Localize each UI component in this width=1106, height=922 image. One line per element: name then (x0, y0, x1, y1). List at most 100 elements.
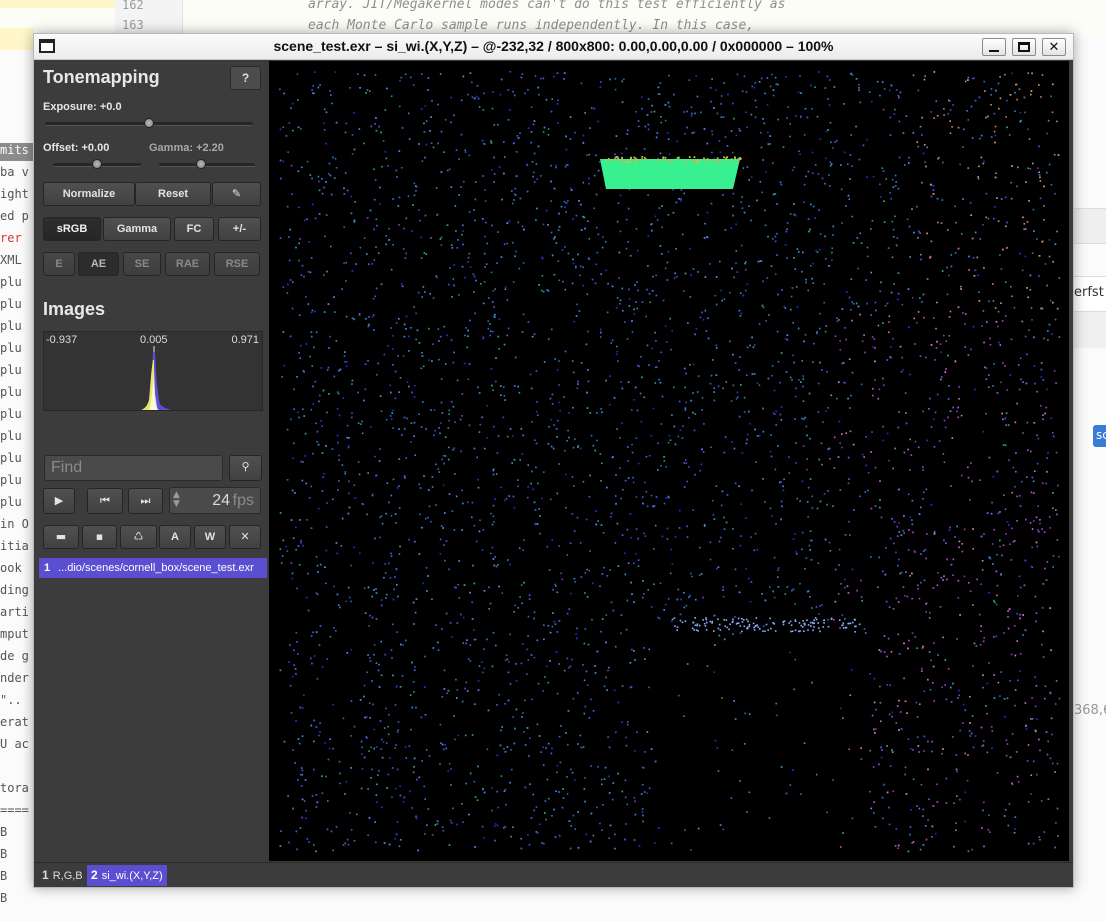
open-folder-icon: ▬ (55, 530, 67, 543)
editor-fragment: plu (0, 319, 22, 333)
search-icon: ⚲ (241, 460, 250, 473)
gamma-slider[interactable] (159, 159, 255, 169)
search-button[interactable]: ⚲ (229, 455, 262, 481)
channel-name: si_wi.(X,Y,Z) (101, 870, 163, 882)
histogram-mid-label: 0.005 (140, 334, 168, 346)
histogram-min-label: -0.937 (46, 334, 78, 346)
editor-fragment: nder (0, 671, 29, 685)
editor-fragment: plu (0, 495, 22, 509)
line-number: 163 (122, 18, 144, 32)
histogram: -0.937 0.005 0.971 (43, 331, 263, 411)
skip-back-icon: ⏮ (100, 494, 110, 507)
editor-fragment: plu (0, 429, 22, 443)
help-button[interactable]: ? (230, 66, 261, 90)
pen-icon: ✎ (231, 187, 242, 200)
editor-fragment: itia (0, 539, 29, 553)
editor-fragment: plu (0, 297, 22, 311)
editor-fragment: B (0, 847, 8, 861)
editor-fragment (0, 759, 34, 777)
right-panel-text: erfst (1074, 285, 1104, 300)
image-canvas[interactable] (269, 61, 1069, 861)
gamma-slider-knob[interactable] (196, 159, 207, 169)
editor-fragment: plu (0, 385, 22, 399)
editor-fragment: erat (0, 715, 29, 729)
fps-stepper[interactable]: ▲ ▼ 24 fps (169, 487, 261, 514)
editor-fragment: plu (0, 275, 22, 289)
right-panel-strip (1074, 208, 1106, 244)
play-button[interactable]: ▶ (43, 488, 75, 514)
false-color-pen-button[interactable]: ✎ (212, 182, 261, 206)
channel-index: 2 (91, 868, 98, 882)
minimize-button[interactable] (982, 38, 1006, 56)
sidebar: Tonemapping ? Exposure: +0.0 Offset: +0.… (34, 61, 269, 861)
editor-fragment: rer (0, 231, 22, 245)
metric-rse-button[interactable]: RSE (214, 252, 260, 276)
skip-forward-icon: ⏭ (140, 494, 151, 507)
watch-button[interactable]: W (194, 525, 226, 549)
maximize-button[interactable] (1012, 38, 1036, 56)
image-index: 1 (44, 562, 51, 574)
reset-button[interactable]: Reset (135, 182, 211, 206)
code-line: each Monte Carlo sample runs independent… (308, 18, 755, 33)
editor-fragment: de g (0, 649, 29, 663)
close-icon: ✕ (1048, 39, 1060, 55)
mode-plusminus-button[interactable]: +/- (218, 217, 261, 241)
metric-ae-button[interactable]: AE (78, 252, 119, 276)
titlebar[interactable]: scene_test.exr – si_wi.(X,Y,Z) – @-232,3… (34, 34, 1073, 60)
right-panel-strip (1074, 312, 1106, 348)
close-image-icon: ✕ (240, 530, 250, 543)
image-list-item[interactable]: 1 ...dio/scenes/cornell_box/scene_test.e… (39, 558, 267, 578)
maximize-icon (1018, 42, 1030, 52)
window-title: scene_test.exr – si_wi.(X,Y,Z) – @-232,3… (273, 38, 834, 54)
editor-fragment: plu (0, 451, 22, 465)
editor-fragment: in O (0, 517, 29, 531)
skip-back-button[interactable]: ⏮ (87, 488, 123, 514)
normalize-button[interactable]: Normalize (43, 182, 135, 206)
close-image-button[interactable]: ✕ (229, 525, 261, 549)
gamma-label: Gamma: +2.20 (149, 142, 224, 154)
open-image-button[interactable]: ▬ (43, 525, 79, 549)
channel-tab-rgb[interactable]: 1 R,G,B (38, 865, 87, 886)
fps-unit: fps (232, 492, 254, 509)
skip-forward-button[interactable]: ⏭ (128, 488, 163, 514)
code-line: array. JIT/Megakernel modes can't do thi… (308, 0, 786, 12)
mode-fc-button[interactable]: FC (174, 217, 214, 241)
tonemapping-title: Tonemapping (43, 67, 160, 87)
right-panel-button[interactable]: sc (1093, 425, 1106, 447)
line-number: 162 (122, 0, 144, 12)
histogram-max-label: 0.971 (231, 334, 259, 346)
offset-slider-knob[interactable] (92, 159, 102, 169)
editor-fragment: ight (0, 187, 29, 201)
editor-fragment: tora (0, 781, 29, 795)
reload-all-button[interactable]: A (159, 525, 191, 549)
offset-slider[interactable] (53, 159, 141, 169)
reload-icon: ♺ (133, 530, 144, 543)
metric-se-button[interactable]: SE (123, 252, 161, 276)
save-image-button[interactable]: ▪ (82, 525, 117, 549)
editor-fragment: ".. (0, 693, 22, 707)
channel-tab-si-wi[interactable]: 2 si_wi.(X,Y,Z) (87, 865, 167, 886)
save-icon: ▪ (95, 530, 104, 543)
editor-fragment: ook (0, 561, 22, 575)
reload-image-button[interactable]: ♺ (120, 525, 157, 549)
fps-value: 24 (212, 492, 230, 509)
stepper-arrows-icon[interactable]: ▲ ▼ (173, 491, 180, 509)
play-icon: ▶ (54, 494, 64, 507)
editor-fragment: plu (0, 407, 22, 421)
mode-srgb-button[interactable]: sRGB (43, 217, 101, 241)
editor-fragment: mput (0, 627, 29, 641)
metric-rae-button[interactable]: RAE (165, 252, 210, 276)
mode-gamma-button[interactable]: Gamma (103, 217, 171, 241)
editor-fragment: ba v (0, 165, 29, 179)
metric-e-button[interactable]: E (43, 252, 75, 276)
channel-index: 1 (42, 868, 49, 882)
editor-fragment: plu (0, 473, 22, 487)
channel-bar: 1 R,G,B 2 si_wi.(X,Y,Z) (34, 862, 1073, 887)
close-button[interactable]: ✕ (1042, 38, 1066, 56)
offset-label: Offset: +0.00 (43, 142, 110, 154)
find-input[interactable]: Find (44, 455, 223, 481)
exposure-slider-knob[interactable] (144, 118, 154, 128)
exposure-slider[interactable] (45, 118, 253, 128)
right-panel-coords: 368,6 (1074, 703, 1106, 718)
editor-fragment: ==== (0, 803, 29, 817)
